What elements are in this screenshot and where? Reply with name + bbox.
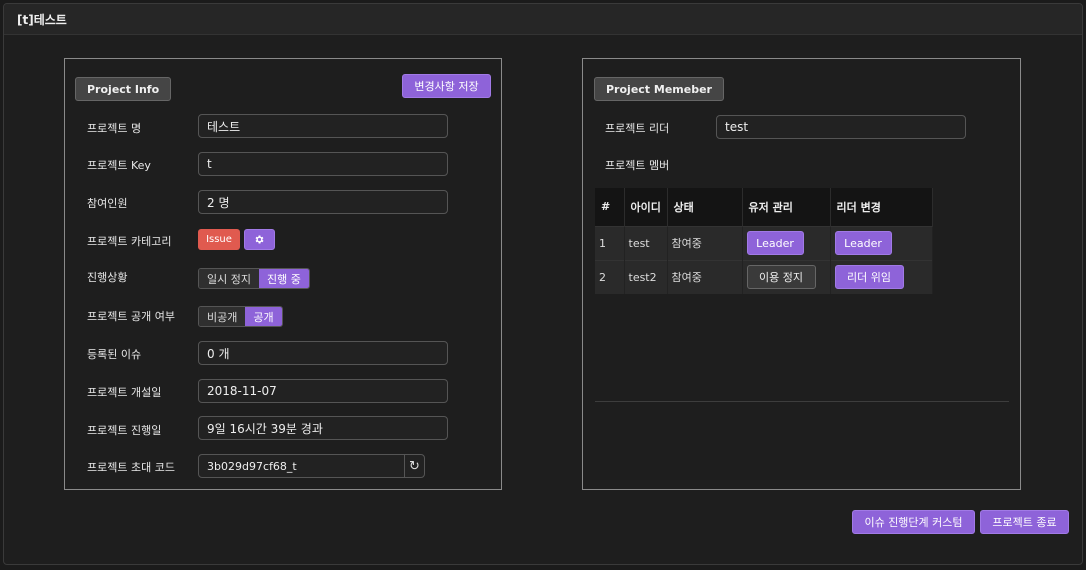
table-row: 2 test2 참여중 이용 정지 리더 위임 — [595, 259, 933, 294]
invite-code-field: 3b029d97cf68_t ↻ — [198, 454, 425, 478]
table-divider — [595, 401, 1009, 402]
project-key-input[interactable]: t — [198, 152, 448, 176]
project-member-panel: Project Memeber 프로젝트 리더 test 프로젝트 멤버 # 아… — [582, 58, 1021, 490]
delegate-leader-button[interactable]: 리더 위임 — [834, 265, 904, 290]
members-label: 프로젝트 멤버 — [605, 159, 670, 172]
table-header-row: # 아이디 상태 유저 관리 리더 변경 — [595, 188, 933, 226]
leader-field: test — [716, 115, 966, 139]
issues-field: 0 개 — [198, 341, 448, 365]
visibility-option-public[interactable]: 공개 — [245, 307, 282, 326]
category-label: 프로젝트 카테고리 — [87, 235, 172, 248]
row-num: 1 — [595, 225, 625, 260]
members-table: # 아이디 상태 유저 관리 리더 변경 1 test 참여중 Leader L… — [595, 188, 933, 294]
leader-badge-button[interactable]: Leader — [834, 231, 892, 255]
elapsed-label: 프로젝트 진행일 — [87, 424, 162, 437]
row-leader-cell: 리더 위임 — [830, 259, 933, 294]
gear-icon — [255, 235, 264, 244]
project-info-tab[interactable]: Project Info — [75, 77, 172, 101]
suspend-user-button[interactable]: 이용 정지 — [746, 265, 816, 290]
customize-stages-button[interactable]: 이슈 진행단계 커스텀 — [852, 510, 975, 534]
row-id: test2 — [624, 259, 668, 294]
column-header-id: 아이디 — [624, 188, 668, 226]
column-header-manage: 유저 관리 — [742, 188, 831, 226]
project-info-panel: Project Info 변경사항 저장 프로젝트 명 테스트 프로젝트 Key… — [64, 58, 502, 490]
invite-code-label: 프로젝트 초대 코드 — [87, 461, 175, 474]
row-status: 참여중 — [667, 259, 743, 294]
issues-label: 등록된 이슈 — [87, 348, 142, 361]
project-name-input[interactable]: 테스트 — [198, 114, 448, 138]
row-num: 2 — [595, 259, 625, 294]
elapsed-field: 9일 16시간 39분 경과 — [198, 416, 448, 440]
created-date-field: 2018-11-07 — [198, 379, 448, 403]
column-header-leader: 리더 변경 — [830, 188, 933, 226]
refresh-icon[interactable]: ↻ — [404, 455, 424, 477]
table-row: 1 test 참여중 Leader Leader — [595, 225, 933, 260]
leader-label: 프로젝트 리더 — [605, 122, 670, 135]
invite-code-value: 3b029d97cf68_t — [207, 459, 297, 473]
participants-field: 2 명 — [198, 190, 448, 214]
window-title: [t]테스트 — [4, 4, 1082, 35]
progress-option-active[interactable]: 진행 중 — [258, 269, 309, 288]
project-member-tab[interactable]: Project Memeber — [594, 77, 724, 101]
row-id: test — [624, 225, 668, 260]
project-key-label: 프로젝트 Key — [87, 159, 151, 172]
column-header-num: # — [595, 188, 625, 226]
category-issue-chip[interactable]: Issue — [198, 229, 240, 250]
save-changes-button[interactable]: 변경사항 저장 — [402, 74, 491, 98]
manage-leader-button[interactable]: Leader — [746, 231, 804, 255]
end-project-button[interactable]: 프로젝트 종료 — [980, 510, 1069, 534]
progress-toggle: 일시 정지 진행 중 — [198, 268, 310, 289]
row-status: 참여중 — [667, 225, 743, 260]
progress-label: 진행상황 — [87, 271, 128, 284]
visibility-label: 프로젝트 공개 여부 — [87, 310, 175, 323]
created-date-label: 프로젝트 개설일 — [87, 386, 162, 399]
category-settings-button[interactable] — [244, 229, 275, 250]
visibility-option-private[interactable]: 비공개 — [199, 307, 246, 326]
row-manage-cell: 이용 정지 — [742, 259, 831, 294]
progress-option-paused[interactable]: 일시 정지 — [199, 269, 259, 288]
row-leader-cell: Leader — [830, 225, 933, 260]
row-manage-cell: Leader — [742, 225, 831, 260]
project-settings-window: [t]테스트 Project Info 변경사항 저장 프로젝트 명 테스트 프… — [3, 3, 1083, 565]
visibility-toggle: 비공개 공개 — [198, 306, 283, 327]
participants-label: 참여인원 — [87, 197, 128, 210]
project-name-label: 프로젝트 명 — [87, 122, 142, 135]
column-header-status: 상태 — [667, 188, 743, 226]
